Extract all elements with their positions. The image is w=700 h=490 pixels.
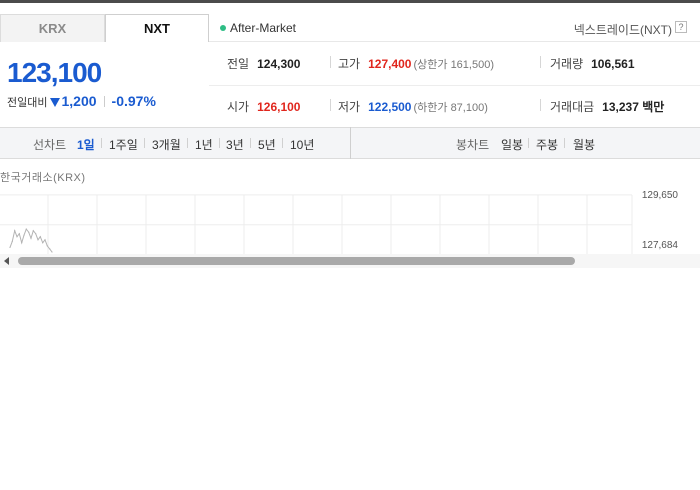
tab-divider bbox=[209, 41, 700, 42]
high-price: 고가 127,400 (상한가 161,500) bbox=[338, 55, 494, 72]
tab-nxt[interactable]: NXT bbox=[105, 14, 209, 42]
price-point bbox=[11, 240, 13, 242]
divider bbox=[330, 99, 331, 111]
price-point bbox=[14, 230, 16, 232]
help-icon[interactable]: ? bbox=[675, 21, 687, 33]
volume: 거래량 106,561 bbox=[550, 55, 635, 72]
change-amount: 1,200 bbox=[61, 93, 97, 109]
turnover: 거래대금 13,237 백만 bbox=[550, 98, 664, 115]
y-tick-label: 129,650 bbox=[641, 190, 678, 201]
price-point bbox=[28, 231, 30, 233]
price-line-chart bbox=[0, 194, 633, 255]
price-point bbox=[25, 228, 27, 230]
divider bbox=[350, 127, 351, 159]
price-point bbox=[44, 239, 46, 241]
candle-chart-title: 봉차트 bbox=[456, 138, 490, 152]
market-name: 넥스트레이드(NXT) bbox=[573, 23, 672, 37]
high-label: 고가 bbox=[338, 57, 361, 71]
price-point bbox=[51, 251, 53, 253]
range-weekly[interactable]: 주봉 bbox=[536, 136, 558, 153]
session-label: After-Market bbox=[230, 21, 297, 35]
low-label: 저가 bbox=[338, 100, 361, 114]
range-3y[interactable]: 3년 bbox=[226, 136, 244, 153]
divider bbox=[282, 138, 283, 148]
open-label: 시가 bbox=[227, 100, 250, 114]
range-10y[interactable]: 10년 bbox=[290, 136, 314, 153]
price-point bbox=[32, 230, 34, 232]
divider bbox=[219, 138, 220, 148]
price-point bbox=[23, 234, 25, 236]
price-point bbox=[18, 233, 20, 235]
price-point bbox=[37, 239, 39, 241]
change-percent: -0.97% bbox=[111, 93, 156, 109]
price-point bbox=[49, 248, 51, 250]
divider bbox=[101, 138, 102, 148]
prev-close-label: 전일 bbox=[227, 57, 250, 71]
range-1d[interactable]: 1일 bbox=[77, 136, 95, 153]
divider bbox=[540, 56, 541, 68]
scroll-left-arrow-icon[interactable] bbox=[4, 257, 9, 265]
range-1y[interactable]: 1년 bbox=[195, 136, 213, 153]
price-series-line bbox=[9, 228, 53, 253]
range-1w[interactable]: 1주일 bbox=[109, 136, 138, 153]
chart-title: 한국거래소(KRX) bbox=[0, 172, 86, 184]
open-price: 시가 126,100 bbox=[227, 98, 300, 115]
range-5y[interactable]: 5년 bbox=[258, 136, 276, 153]
top-border bbox=[0, 0, 700, 3]
turnover-label: 거래대금 bbox=[550, 100, 595, 114]
price-point bbox=[42, 242, 44, 244]
lower-limit: (하한가 87,100) bbox=[413, 102, 488, 114]
turnover-value: 13,237 백만 bbox=[602, 100, 665, 114]
price-point bbox=[30, 237, 32, 239]
divider bbox=[330, 56, 331, 68]
current-price: 123,100 bbox=[7, 57, 102, 88]
high-value: 127,400 bbox=[368, 57, 412, 71]
prev-close: 전일 124,300 bbox=[227, 55, 300, 72]
divider bbox=[103, 96, 105, 107]
price-point bbox=[39, 236, 41, 238]
line-chart-title: 선차트 bbox=[33, 138, 67, 152]
divider bbox=[250, 138, 251, 148]
y-tick-label: 127,684 bbox=[641, 240, 678, 251]
upper-limit: (상한가 161,500) bbox=[413, 59, 494, 71]
low-price: 저가 122,500 (하한가 87,100) bbox=[338, 98, 488, 115]
open-value: 126,100 bbox=[257, 100, 301, 114]
price-point bbox=[16, 236, 18, 238]
volume-label: 거래량 bbox=[550, 57, 584, 71]
divider bbox=[564, 138, 565, 148]
prev-close-value: 124,300 bbox=[257, 57, 301, 71]
range-daily[interactable]: 일봉 bbox=[501, 136, 523, 153]
status-dot-icon bbox=[220, 25, 226, 31]
divider bbox=[187, 138, 188, 148]
down-triangle-icon bbox=[50, 98, 61, 107]
change-label: 전일대비 bbox=[7, 97, 48, 109]
price-point bbox=[9, 246, 11, 248]
price-point bbox=[46, 245, 48, 247]
low-value: 122,500 bbox=[368, 100, 412, 114]
price-point bbox=[35, 233, 37, 235]
session-status: After-Market bbox=[220, 21, 296, 35]
divider bbox=[144, 138, 145, 148]
price-change: 전일대비 1,200 -0.97% bbox=[7, 93, 156, 110]
scrollbar-thumb[interactable] bbox=[18, 257, 575, 265]
divider bbox=[540, 99, 541, 111]
volume-value: 106,561 bbox=[591, 57, 635, 71]
info-row-divider bbox=[209, 85, 700, 86]
price-point bbox=[21, 242, 23, 244]
range-3m[interactable]: 3개월 bbox=[152, 136, 181, 153]
tab-krx[interactable]: KRX bbox=[0, 14, 105, 42]
range-monthly[interactable]: 월봉 bbox=[573, 136, 595, 153]
divider bbox=[528, 138, 529, 148]
